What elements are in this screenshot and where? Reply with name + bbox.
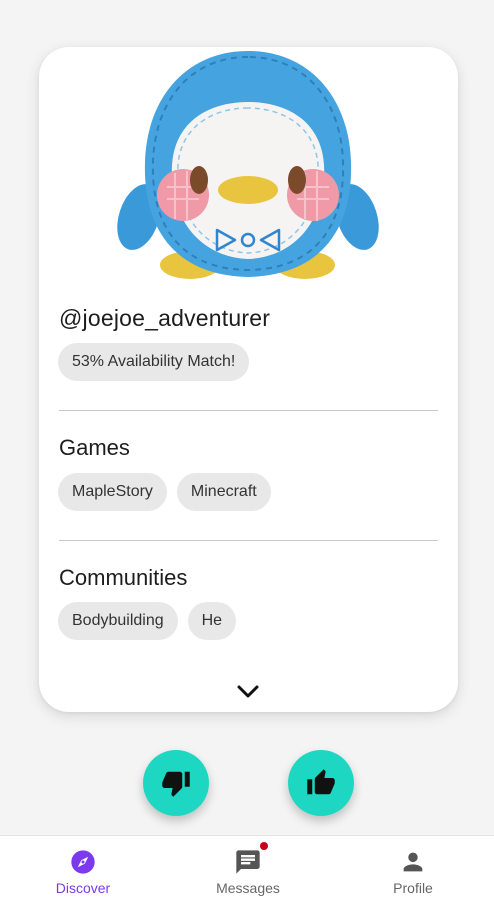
game-chip: Minecraft xyxy=(176,473,271,511)
thumb-down-icon xyxy=(162,771,190,797)
dislike-button[interactable] xyxy=(143,750,209,816)
nav-label-profile: Profile xyxy=(393,880,433,896)
community-chip: He xyxy=(187,602,237,640)
profile-avatar xyxy=(117,47,379,287)
games-chip-row: MapleStory Minecraft xyxy=(58,473,271,511)
availability-match-chip: 53% Availability Match! xyxy=(58,343,250,381)
game-chip: MapleStory xyxy=(58,473,167,511)
unread-badge xyxy=(259,841,269,851)
nav-item-messages[interactable]: Messages xyxy=(183,836,313,900)
nav-item-discover[interactable]: Discover xyxy=(18,836,148,900)
profile-username: @joejoe_adventurer xyxy=(59,305,271,331)
thumb-up-icon xyxy=(307,769,335,795)
nav-label-discover: Discover xyxy=(55,880,111,896)
communities-chip-row: Bodybuilding He xyxy=(58,602,237,640)
person-icon xyxy=(399,848,427,876)
nav-label-messages: Messages xyxy=(216,880,280,896)
communities-section-title: Communities xyxy=(59,565,188,590)
penguin-plush-image xyxy=(117,51,379,279)
message-icon xyxy=(234,848,262,876)
like-button[interactable] xyxy=(288,750,354,816)
divider xyxy=(59,540,438,541)
nav-item-profile[interactable]: Profile xyxy=(348,836,478,900)
compass-icon xyxy=(69,848,97,876)
divider xyxy=(59,410,438,411)
expand-chevron-icon[interactable] xyxy=(236,681,260,701)
profile-card[interactable]: @joejoe_adventurer 53% Availability Matc… xyxy=(39,47,458,712)
community-chip: Bodybuilding xyxy=(58,602,178,640)
games-section-title: Games xyxy=(59,435,130,460)
bottom-navigation: Discover Messages Profile xyxy=(0,835,494,900)
discover-screen: @joejoe_adventurer 53% Availability Matc… xyxy=(0,0,494,900)
